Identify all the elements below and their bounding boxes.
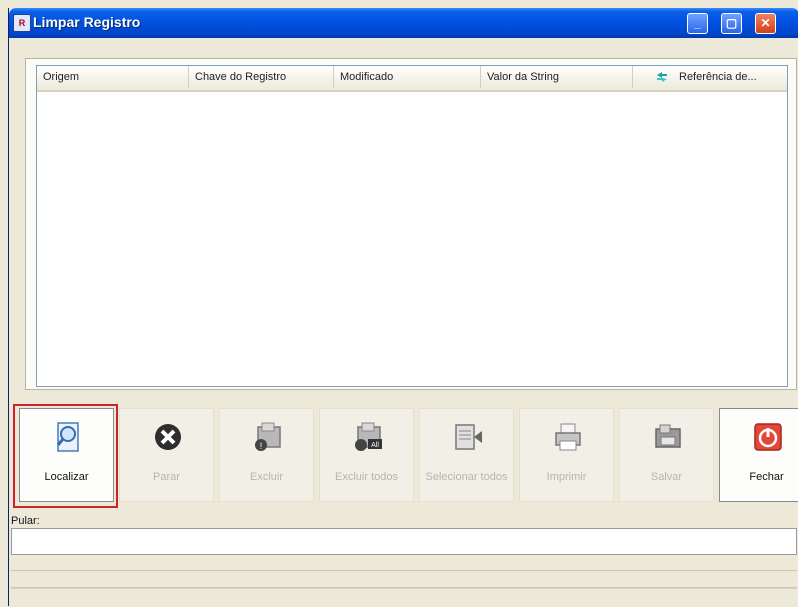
imprimir-label: Imprimir (546, 471, 587, 483)
parar-label: Parar (153, 471, 180, 483)
list-header: Origem Chave do Registro Modificado Valo… (37, 66, 787, 92)
svg-text:All: All (371, 442, 379, 449)
excluir-todos-label: Excluir todos (335, 471, 398, 483)
excluir-button[interactable]: ! Excluir (219, 408, 314, 502)
fechar-button[interactable]: Fechar (719, 408, 798, 502)
bottom-bar (11, 570, 797, 588)
toolbar: Localizar Parar ! Excluir All Excluir to… (17, 406, 798, 516)
column-referencia-de[interactable]: Referência de... (673, 66, 787, 88)
magnifier-document-icon (56, 422, 79, 452)
maximize-button[interactable]: ▢ (721, 13, 742, 34)
limpar-registro-window: R Limpar Registro _ ▢ ✕ Origem Chave do … (8, 8, 798, 606)
column-modificado[interactable]: Modificado (334, 66, 481, 88)
excluir-label: Excluir (249, 471, 283, 483)
refresh-icon[interactable] (655, 71, 669, 83)
column-valor-da-string[interactable]: Valor da String (481, 66, 633, 88)
results-panel: Origem Chave do Registro Modificado Valo… (25, 58, 797, 390)
selecionar-todos-button[interactable]: Selecionar todos (419, 408, 514, 502)
stop-icon (155, 424, 181, 450)
column-chave-do-registro[interactable]: Chave do Registro (189, 66, 334, 88)
app-icon: R (13, 14, 31, 32)
delete-icon: ! (255, 422, 281, 451)
parar-button[interactable]: Parar (119, 408, 214, 502)
minimize-button[interactable]: _ (687, 13, 708, 34)
minimize-icon: _ (694, 16, 701, 30)
salvar-button[interactable]: Salvar (619, 408, 714, 502)
select-all-icon (455, 424, 482, 450)
power-icon (754, 423, 782, 451)
printer-icon (555, 423, 581, 451)
maximize-icon: ▢ (725, 16, 738, 30)
window-title: Limpar Registro (33, 14, 141, 30)
title-bar[interactable]: R Limpar Registro _ ▢ ✕ (9, 8, 798, 38)
column-origem[interactable]: Origem (37, 66, 189, 88)
pular-label: Pular: (11, 515, 40, 527)
registry-list[interactable]: Origem Chave do Registro Modificado Valo… (36, 65, 788, 387)
close-icon: ✕ (760, 16, 771, 30)
delete-all-icon: All (355, 422, 382, 451)
selecionar-todos-label: Selecionar todos (425, 471, 508, 483)
excluir-todos-button[interactable]: All Excluir todos (319, 408, 414, 502)
close-button[interactable]: ✕ (755, 13, 776, 34)
imprimir-button[interactable]: Imprimir (519, 408, 614, 502)
localizar-button[interactable]: Localizar (19, 408, 114, 502)
save-icon (655, 424, 681, 448)
status-bar (11, 588, 797, 607)
pular-field[interactable] (11, 528, 797, 555)
svg-text:!: ! (260, 441, 263, 451)
fechar-label: Fechar (749, 471, 784, 483)
salvar-label: Salvar (650, 471, 683, 483)
localizar-label: Localizar (44, 471, 89, 483)
